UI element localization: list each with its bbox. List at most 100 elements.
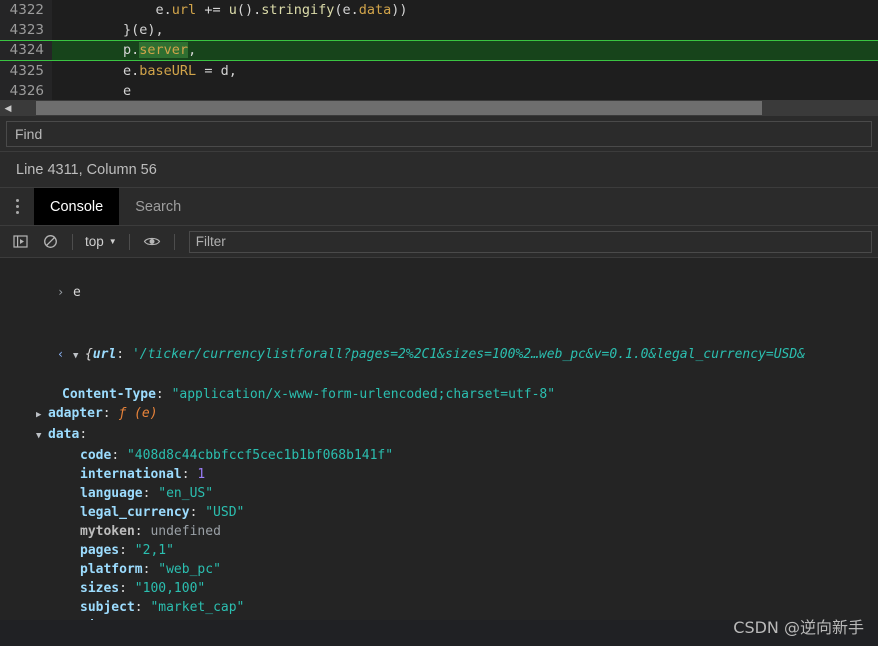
tab-console[interactable]: Console [34, 188, 120, 225]
data-property-row[interactable]: platform: "web_pc" [0, 560, 878, 579]
input-prompt-icon: › [56, 285, 65, 299]
code-line[interactable]: 4326 e [0, 81, 878, 100]
execution-context-value: top [85, 234, 104, 249]
code-line[interactable]: 4323 }(e), [0, 20, 878, 40]
property-key: legal_currency [80, 505, 190, 520]
colon: : [119, 581, 135, 596]
execution-context-selector[interactable]: top ▼ [81, 234, 121, 249]
console-toolbar: top ▼ [0, 226, 878, 258]
property-value: "market_cap" [150, 600, 245, 615]
find-bar [0, 116, 878, 152]
data-property-row[interactable]: language: "en_US" [0, 484, 878, 503]
code-token: url [171, 2, 197, 18]
find-input[interactable] [6, 120, 872, 147]
result-prompt-icon: ‹ [56, 347, 65, 361]
toolbar-divider [72, 233, 73, 250]
disclosure-triangle[interactable]: ▶ [36, 406, 48, 425]
disclosure-triangle[interactable]: ▼ [36, 427, 48, 446]
code-token: stringify [261, 2, 335, 18]
code-text: e.baseURL = d, [52, 61, 237, 81]
colon: : [142, 562, 159, 577]
console-property-row[interactable]: ▶ adapter: ƒ (e) [0, 404, 878, 425]
data-property-row[interactable]: sizes: "100,100" [0, 579, 878, 598]
colon: : [155, 387, 172, 402]
console-input-line: › e [0, 264, 878, 321]
line-number: 4325 [0, 61, 52, 81]
code-line[interactable]: 4325 e.baseURL = d, [0, 61, 878, 81]
data-property-row[interactable]: pages: "2,1" [0, 541, 878, 560]
code-text: }(e), [52, 20, 164, 40]
scrollbar-thumb[interactable] [36, 101, 762, 115]
colon: : [150, 619, 166, 620]
property-key: mytoken [80, 524, 135, 539]
code-text: p.server, [52, 41, 196, 60]
result-value-url: '/ticker/currencylistforall?pages=2%2C1&… [131, 347, 806, 362]
property-value: "408d8c44cbbfccf5cec1b1bf068b141f" [126, 448, 394, 463]
colon: : [111, 448, 127, 463]
scroll-left-arrow-icon[interactable]: ◀ [0, 100, 16, 116]
tab-console-label: Console [50, 198, 104, 215]
tab-search[interactable]: Search [119, 188, 197, 225]
property-value: "100,100" [134, 581, 206, 596]
property-key: subject [80, 600, 135, 615]
colon: : [134, 524, 151, 539]
data-property-row[interactable]: legal_currency: "USD" [0, 503, 878, 522]
devtools-screenshot: 4322 e.url += u().stringify(e.data)) 4323… [0, 0, 878, 646]
colon: : [116, 347, 132, 362]
console-result-line: ‹ ▼ {url: '/ticker/currencylistforall?page… [0, 326, 878, 385]
data-property-row[interactable]: mytoken: undefined [0, 522, 878, 541]
colon: : [189, 505, 206, 520]
property-value: "web_pc" [158, 562, 221, 577]
property-key: Content-Type [62, 387, 156, 402]
colon: : [142, 486, 159, 501]
editor-horizontal-scrollbar[interactable]: ◀ [0, 100, 878, 116]
code-token: e. [58, 63, 140, 79]
code-token: += [196, 2, 229, 18]
code-token: baseURL [139, 63, 197, 79]
line-number: 4323 [0, 20, 52, 40]
property-key: international [80, 467, 182, 482]
drawer-tab-bar: Console Search [0, 188, 878, 226]
property-key: language [80, 486, 143, 501]
scrollbar-track[interactable] [16, 100, 878, 116]
code-text: e.url += u().stringify(e.data)) [52, 0, 408, 20]
property-value: 1 [197, 467, 206, 482]
code-line[interactable]: 4322 e.url += u().stringify(e.data)) [0, 0, 878, 20]
console-output[interactable]: › e ‹ ▼ {url: '/ticker/currencylistforall?p… [0, 258, 878, 620]
property-value: "application/x-www-form-urlencoded;chars… [171, 387, 556, 402]
console-property-row[interactable]: ▼ data: [0, 425, 878, 446]
code-token: (). [236, 2, 262, 18]
colon: : [79, 427, 88, 442]
code-token: u [228, 2, 237, 18]
colon: : [134, 600, 151, 615]
line-number: 4326 [0, 81, 52, 100]
property-value: undefined [150, 524, 221, 539]
object-disclosure-triangle[interactable]: ▼ [73, 347, 85, 366]
code-token: )) [391, 2, 408, 18]
clear-console-icon[interactable] [36, 229, 64, 255]
console-sidebar-icon[interactable] [6, 229, 34, 255]
property-key: pages [80, 543, 120, 558]
console-property-row[interactable]: Content-Type: "application/x-www-form-ur… [0, 385, 878, 404]
code-token: e. [58, 2, 172, 18]
line-number: 4322 [0, 0, 52, 20]
csdn-watermark: CSDN @逆向新手 [733, 618, 864, 637]
code-token: }(e), [58, 22, 164, 38]
data-property-row[interactable]: international: 1 [0, 465, 878, 484]
code-token: server [139, 42, 189, 58]
code-token: data [358, 2, 392, 18]
code-line[interactable]: 4324 p.server, [0, 40, 878, 61]
kebab-menu-icon[interactable] [0, 188, 34, 225]
console-input-expression: e [72, 285, 81, 300]
property-key: data [48, 427, 80, 442]
source-code-editor[interactable]: 4322 e.url += u().stringify(e.data)) 4323… [0, 0, 878, 100]
property-key: adapter [48, 406, 103, 421]
property-value: "USD" [205, 505, 245, 520]
console-filter-input[interactable] [188, 230, 872, 253]
live-expression-eye-icon[interactable] [138, 229, 166, 255]
result-key-url: url [92, 347, 117, 362]
data-property-row[interactable]: code: "408d8c44cbbfccf5cec1b1bf068b141f" [0, 446, 878, 465]
property-key: code [80, 448, 112, 463]
code-token: (e. [334, 2, 359, 18]
property-value: "en_US" [158, 486, 214, 501]
